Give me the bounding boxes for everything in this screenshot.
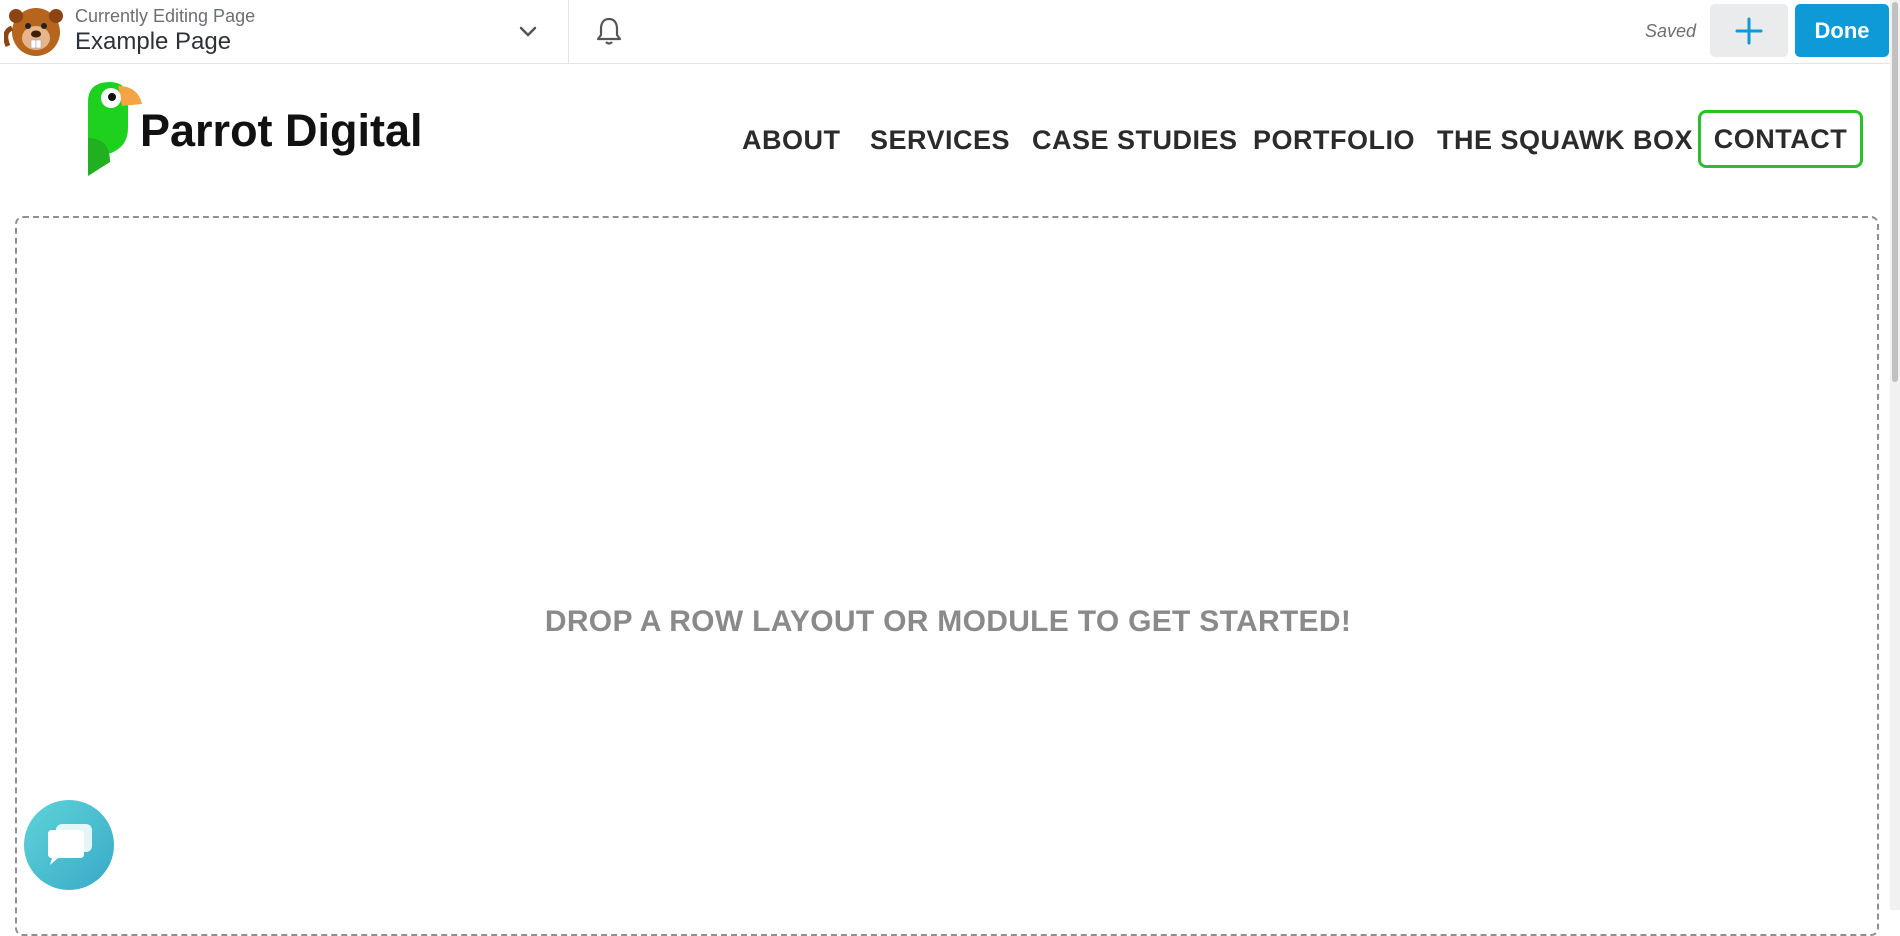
plus-icon (1735, 17, 1763, 45)
scrollbar[interactable] (1890, 0, 1900, 910)
chat-bubble-icon (48, 824, 92, 865)
bell-icon[interactable] (596, 16, 622, 46)
nav-item-about[interactable]: ABOUT (742, 120, 841, 160)
add-content-button[interactable] (1710, 4, 1788, 57)
content-drop-zone[interactable] (15, 216, 1879, 936)
chevron-down-icon[interactable] (516, 20, 540, 44)
done-button[interactable]: Done (1795, 4, 1889, 57)
nav-item-case-studies[interactable]: CASE STUDIES (1032, 120, 1238, 160)
scrollbar-thumb[interactable] (1892, 2, 1898, 382)
chat-widget-button[interactable] (24, 800, 114, 890)
page-selector[interactable]: Currently Editing Page Example Page (75, 5, 255, 57)
nav-item-squawk-box[interactable]: THE SQUAWK BOX (1437, 120, 1693, 160)
contact-button[interactable]: CONTACT (1698, 110, 1863, 168)
save-status: Saved (1645, 21, 1697, 41)
parrot-logo-icon[interactable] (78, 78, 148, 178)
site-brand-name[interactable]: Parrot Digital (140, 104, 423, 158)
toolbar-divider (568, 0, 569, 64)
nav-item-services[interactable]: SERVICES (870, 120, 1010, 160)
beaver-icon[interactable] (4, 2, 66, 60)
page-name: Example Page (75, 28, 232, 55)
currently-editing-label: Currently Editing Page (75, 6, 256, 26)
nav-item-portfolio[interactable]: PORTFOLIO (1253, 120, 1415, 160)
builder-toolbar: Currently Editing Page Example Page Save… (0, 0, 1900, 64)
drop-zone-message: DROP A ROW LAYOUT OR MODULE TO GET START… (544, 605, 1352, 638)
